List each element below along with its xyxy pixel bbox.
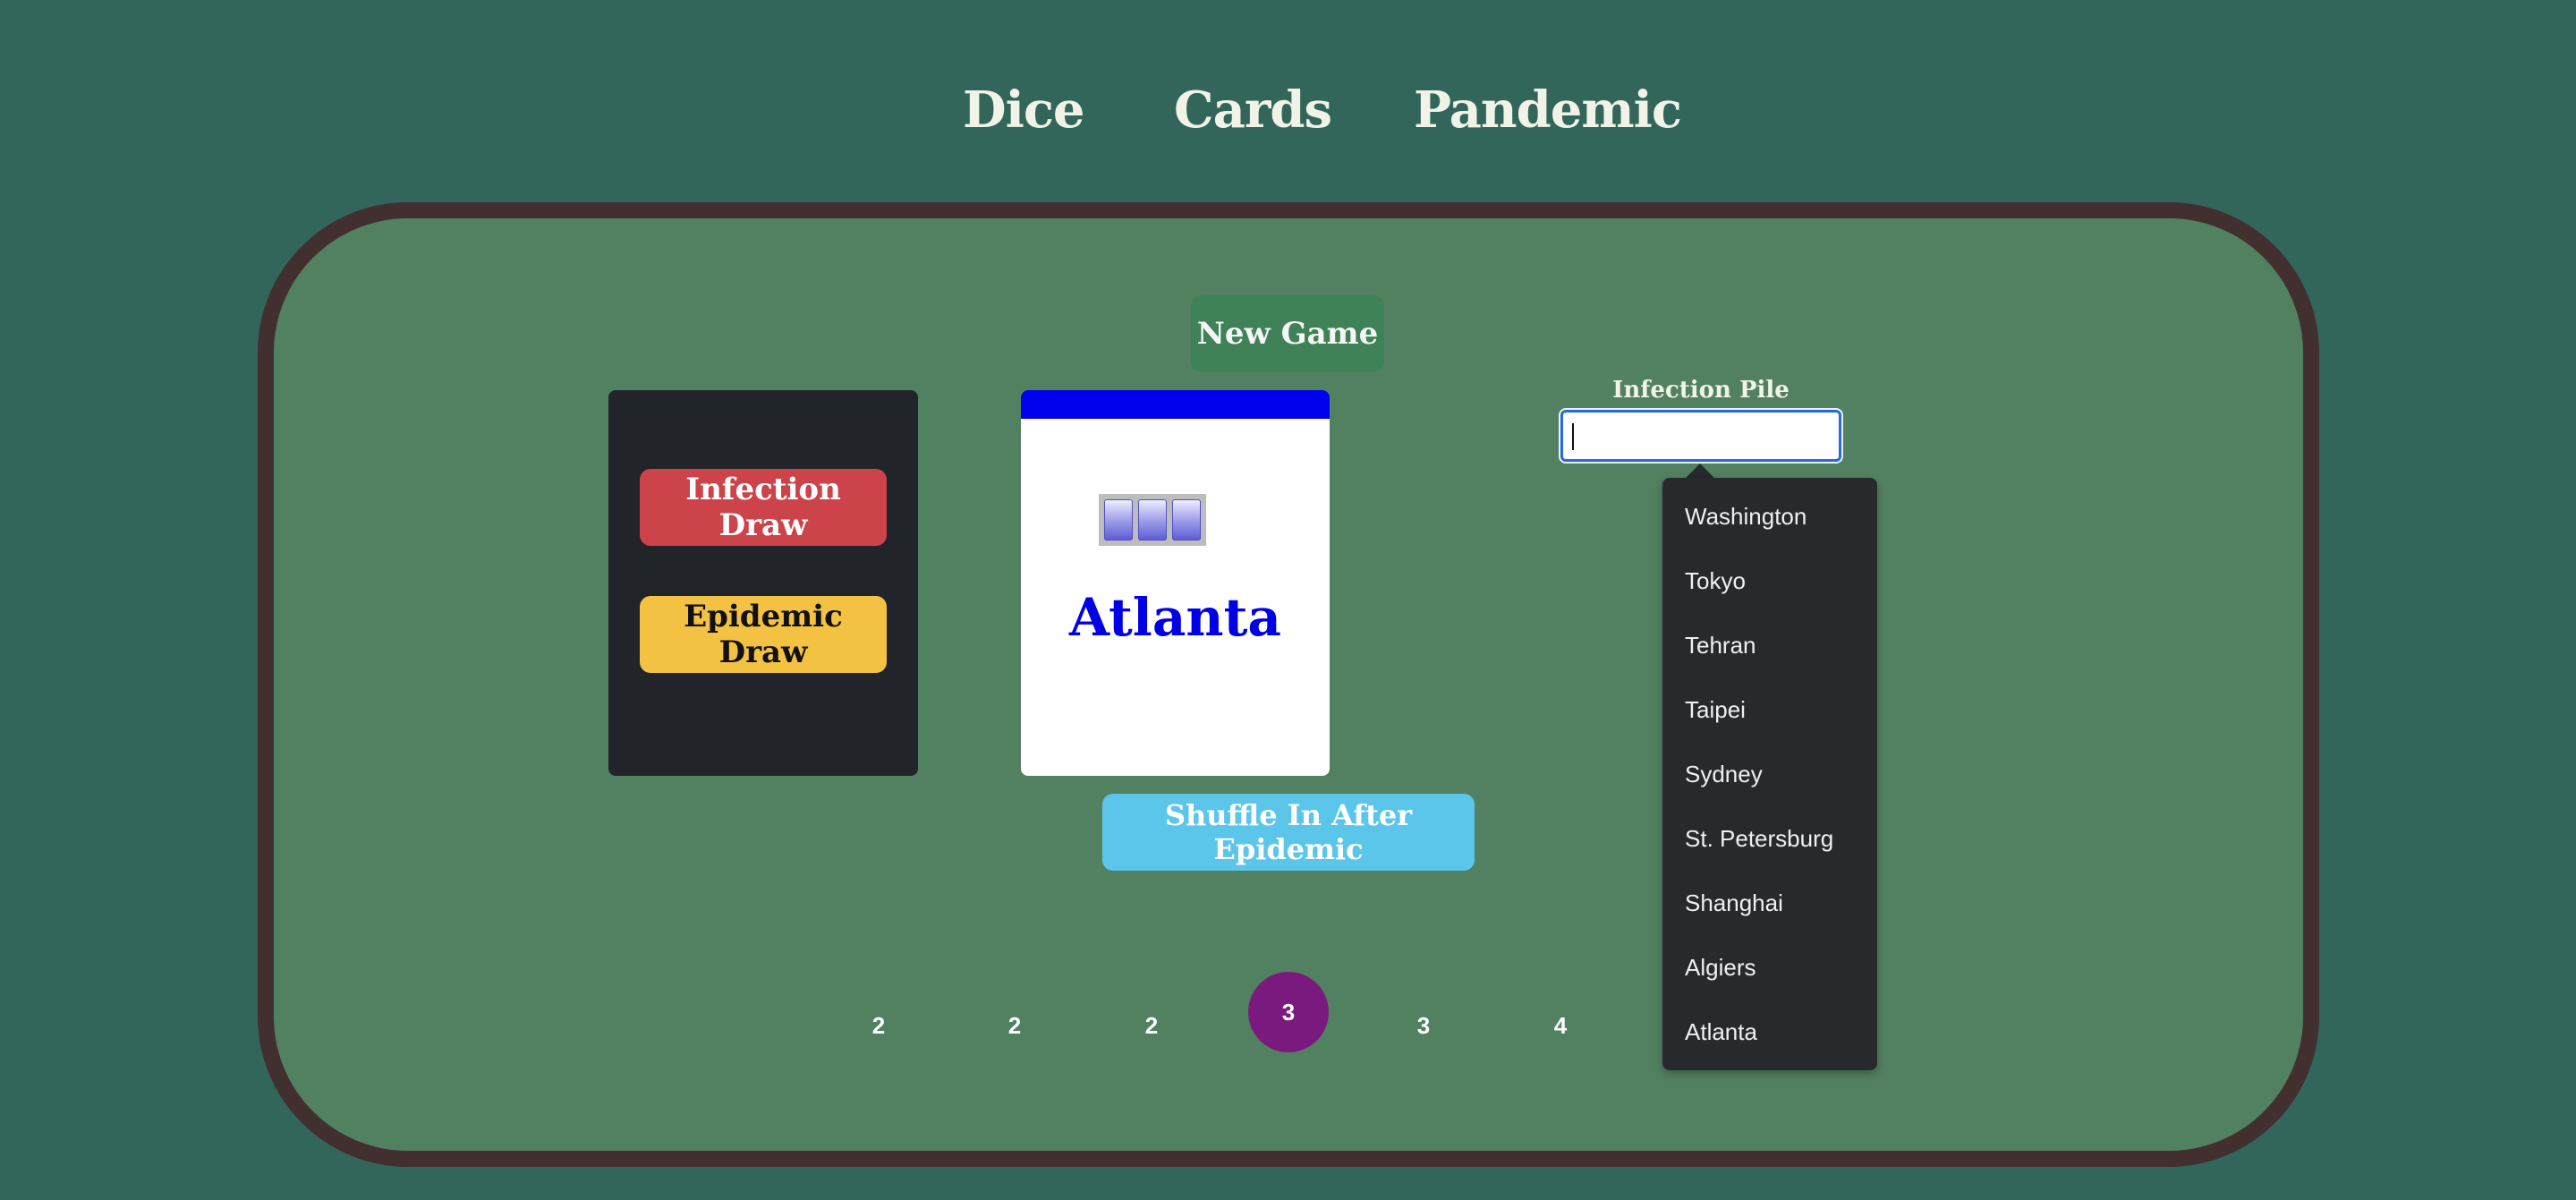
infection-draw-button[interactable]: Infection Draw <box>640 469 887 546</box>
dropdown-option-shanghai[interactable]: Shanghai <box>1685 889 1783 917</box>
text-caret <box>1572 423 1574 450</box>
dropdown-option-taipei[interactable]: Taipei <box>1685 696 1746 724</box>
nav-link-cards[interactable]: Cards <box>1174 81 1332 140</box>
infection-rate-step[interactable]: 2 <box>1134 1012 1169 1040</box>
dropdown-option-tehran[interactable]: Tehran <box>1685 632 1756 660</box>
disease-cube-icon <box>1104 499 1133 540</box>
disease-cube-icon <box>1138 499 1167 540</box>
dropdown-option-algiers[interactable]: Algiers <box>1685 954 1756 982</box>
dropdown-option-atlanta[interactable]: Atlanta <box>1685 1018 1757 1046</box>
card-city-name: Atlanta <box>1069 587 1281 648</box>
infection-pile-input[interactable] <box>1559 408 1843 464</box>
dropdown-option-sydney[interactable]: Sydney <box>1685 761 1763 788</box>
draw-panel <box>608 390 918 776</box>
dropdown-option-st-petersburg[interactable]: St. Petersburg <box>1685 825 1833 853</box>
disease-cube-icon <box>1172 499 1201 540</box>
infection-pile-label: Infection Pile <box>1612 377 1790 404</box>
infection-rate-step[interactable]: 2 <box>997 1012 1033 1040</box>
infection-rate-step-current[interactable]: 3 <box>1248 972 1329 1052</box>
dropdown-option-washington[interactable]: Washington <box>1685 503 1807 531</box>
current-city-card: Atlanta <box>1021 390 1330 776</box>
nav-link-dice[interactable]: Dice <box>963 81 1085 140</box>
epidemic-draw-button[interactable]: Epidemic Draw <box>640 596 887 673</box>
nav-link-pandemic[interactable]: Pandemic <box>1414 81 1682 140</box>
dropdown-option-tokyo[interactable]: Tokyo <box>1685 567 1746 595</box>
infection-rate-step[interactable]: 3 <box>1406 1012 1441 1040</box>
card-color-bar <box>1021 390 1330 419</box>
dropdown-pointer <box>1686 464 1714 478</box>
shuffle-after-epidemic-button[interactable]: Shuffle In After Epidemic <box>1102 794 1475 871</box>
infection-pile-dropdown: Washington Tokyo Tehran Taipei Sydney St… <box>1662 478 1877 1070</box>
infection-cubes <box>1099 494 1206 546</box>
infection-rate-step[interactable]: 4 <box>1543 1012 1578 1040</box>
new-game-button[interactable]: New Game <box>1191 295 1384 372</box>
infection-rate-step[interactable]: 2 <box>861 1012 897 1040</box>
